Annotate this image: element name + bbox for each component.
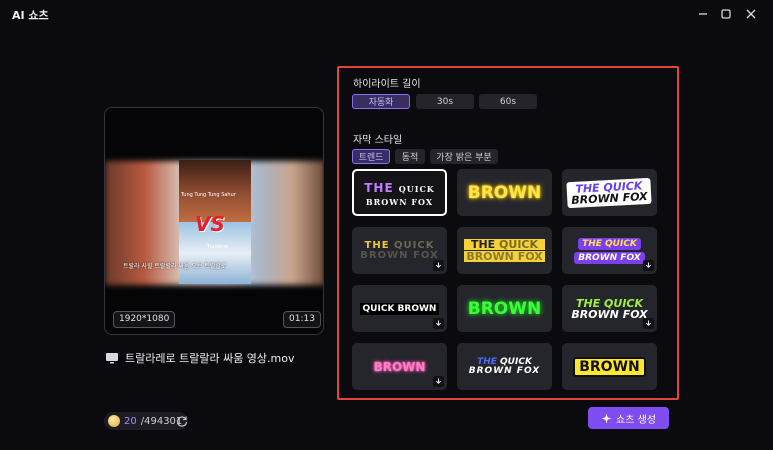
style-tile-3[interactable]: THE QUICK BROWN FOX	[562, 169, 657, 216]
resolution-badge: 1920*1080	[113, 311, 176, 328]
style-4-text-c: BROWN FOX	[360, 249, 439, 261]
monitor-icon	[105, 351, 119, 365]
style-3-text-b: BROWN FOX	[571, 189, 649, 207]
file-name: 트랄라레로 트랄랄라 싸움 영상.mov	[125, 352, 295, 365]
subtitle-style-title: 자막 스타일	[353, 135, 403, 146]
style-tile-10[interactable]: BROWN	[352, 343, 447, 390]
style-7-text: QUICK BROWN	[359, 302, 440, 315]
credits-used: 20	[124, 415, 137, 427]
thumbnail-caption-top: Tung Tung Tung Sahur	[181, 192, 236, 198]
style-1-text-c: BROWN FOX	[365, 197, 434, 207]
style-5-text-c: BROWN FOX	[464, 250, 545, 263]
style-tile-7[interactable]: QUICK BROWN	[352, 285, 447, 332]
tab-dynamic[interactable]: 동적	[395, 149, 425, 164]
style-2-text: BROWN	[467, 182, 542, 203]
minimize-icon[interactable]	[694, 5, 712, 23]
style-11-text-a: THE	[477, 356, 497, 367]
style-9-text-a: THE QUICK	[575, 296, 644, 310]
duration-auto-button[interactable]: 자동화	[352, 94, 410, 109]
sparkle-icon	[601, 412, 612, 424]
style-tile-12[interactable]: BROWN	[562, 343, 657, 390]
duration-60s-button[interactable]: 60s	[479, 94, 537, 109]
title-bar: AI 쇼츠	[0, 0, 773, 28]
vs-label: VS	[195, 212, 225, 236]
style-9-text-b: BROWN FOX	[571, 307, 648, 321]
video-preview[interactable]: Tung Tung Tung Sahur VS Tralalero 트랄라 사힐…	[104, 107, 324, 335]
download-icon[interactable]	[643, 260, 654, 271]
settings-panel: 하이라이트 길이 자동화 30s 60s 자막 스타일 트렌드 동적 가장 밝은…	[337, 66, 679, 400]
duration-30s-button[interactable]: 30s	[416, 94, 474, 109]
highlight-length-title: 하이라이트 길이	[353, 79, 421, 90]
style-8-text: BROWN	[467, 298, 542, 319]
coin-icon	[108, 415, 120, 427]
download-icon[interactable]	[433, 318, 444, 329]
tab-brightest[interactable]: 가장 밝은 부분	[430, 149, 498, 164]
style-11-text-b: QUICK	[500, 356, 532, 367]
preview-subtitle: 트랄라 사힐 트랄랄라 싸움 오브 트랄랄로	[123, 263, 227, 270]
close-icon[interactable]	[742, 5, 760, 23]
style-tile-5[interactable]: THE QUICK BROWN FOX	[457, 227, 552, 274]
style-tile-8[interactable]: BROWN	[457, 285, 552, 332]
style-tile-6[interactable]: THE QUICK BROWN FOX	[562, 227, 657, 274]
generate-shorts-button[interactable]: 쇼츠 생성	[588, 407, 669, 429]
style-6-text-b: BROWN FOX	[574, 251, 645, 264]
style-11-text-c: BROWN FOX	[468, 365, 541, 376]
style-tile-4[interactable]: THE QUICK BROWN FOX	[352, 227, 447, 274]
maximize-icon[interactable]	[717, 5, 735, 23]
thumbnail-caption-bottom: Tralalero	[207, 244, 229, 250]
style-tile-11[interactable]: THE QUICK BROWN FOX	[457, 343, 552, 390]
style-1-text-b: QUICK	[398, 184, 435, 194]
style-4-text-b: QUICK	[394, 239, 435, 251]
style-tile-9[interactable]: THE QUICK BROWN FOX	[562, 285, 657, 332]
tab-trend[interactable]: 트렌드	[352, 149, 390, 164]
style-4-text-a: THE	[364, 239, 390, 251]
duration-badge: 01:13	[283, 311, 321, 328]
download-icon[interactable]	[433, 260, 444, 271]
style-12-text: BROWN	[573, 356, 646, 377]
style-10-text: BROWN	[373, 359, 426, 374]
style-1-text-a: THE	[364, 181, 394, 195]
download-icon[interactable]	[643, 318, 654, 329]
app-title: AI 쇼츠	[12, 9, 49, 22]
style-6-text-a: THE QUICK	[578, 237, 641, 250]
generate-label: 쇼츠 생성	[616, 414, 656, 426]
refresh-icon[interactable]	[175, 414, 189, 428]
file-info: 트랄라레로 트랄랄라 싸움 영상.mov	[105, 350, 295, 366]
style-tile-2[interactable]: BROWN	[457, 169, 552, 216]
download-icon[interactable]	[433, 376, 444, 387]
style-tile-1[interactable]: THE QUICK BROWN FOX	[352, 169, 447, 216]
